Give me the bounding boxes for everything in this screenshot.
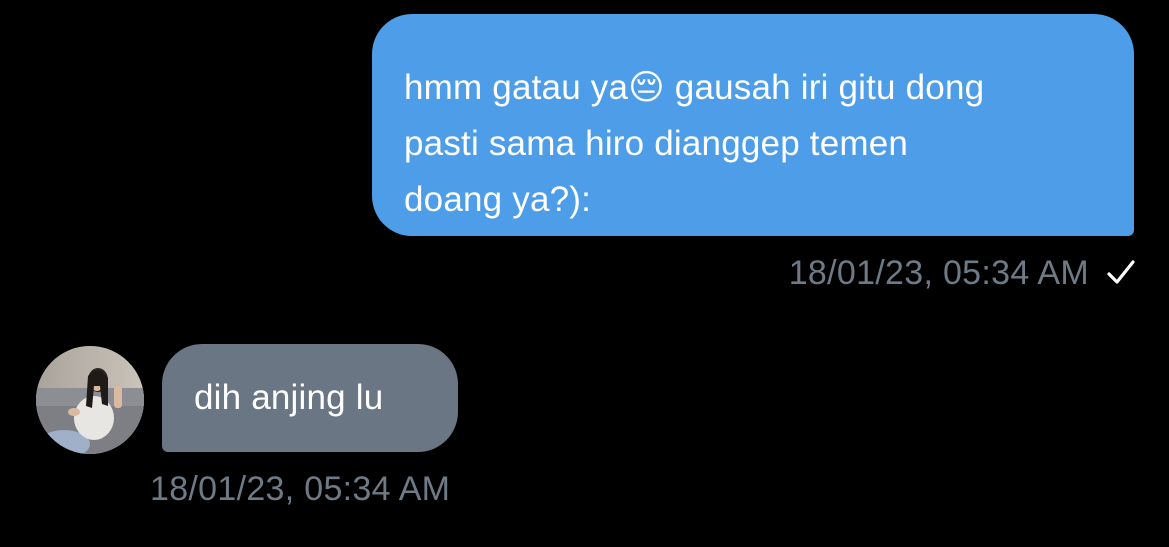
chat-thread: hmm gatau ya😔 gausah iri gitu dong pasti…	[0, 0, 1169, 547]
check-icon	[1103, 255, 1139, 291]
outgoing-message-bubble[interactable]: hmm gatau ya😔 gausah iri gitu dong pasti…	[372, 14, 1134, 236]
incoming-message-meta: 18/01/23, 05:34 AM	[150, 466, 450, 512]
incoming-message-bubble[interactable]: dih anjing lu	[162, 344, 458, 452]
outgoing-message-text: hmm gatau ya😔 gausah iri gitu dong pasti…	[404, 68, 985, 219]
outgoing-message-meta: 18/01/23, 05:34 AM	[789, 250, 1139, 296]
incoming-message-text: dih anjing lu	[194, 378, 384, 417]
outgoing-timestamp: 18/01/23, 05:34 AM	[788, 253, 1089, 292]
avatar[interactable]	[36, 346, 144, 454]
avatar-photo	[36, 346, 144, 454]
incoming-timestamp: 18/01/23, 05:34 AM	[150, 469, 451, 508]
